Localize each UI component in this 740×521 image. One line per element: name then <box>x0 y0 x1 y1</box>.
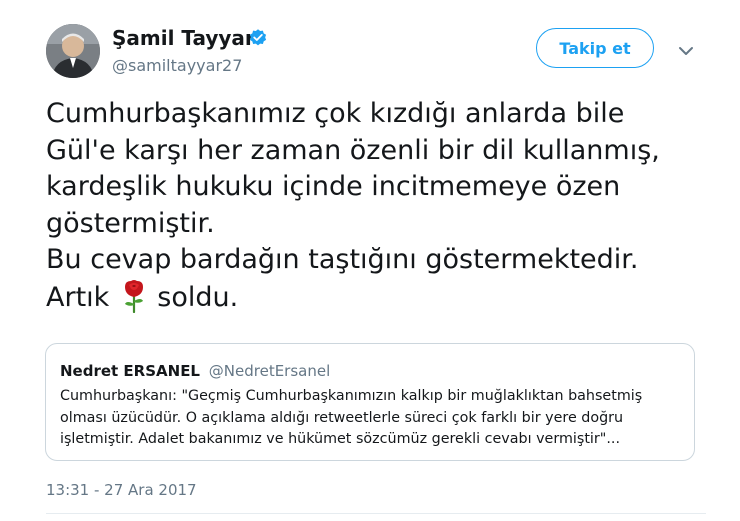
tweet-line-suffix: soldu. <box>157 281 239 313</box>
quoted-tweet[interactable]: Nedret ERSANEL @NedretErsanel Cumhurbaşk… <box>45 343 695 461</box>
tweet-line-prefix: Artık <box>46 281 110 313</box>
avatar[interactable] <box>46 24 100 78</box>
follow-button[interactable]: Takip et <box>536 28 654 68</box>
quote-line: Cumhurbaşkanı: "Geçmiş Cumhurbaşkanımızı… <box>60 388 643 404</box>
quote-text: Cumhurbaşkanı: "Geçmiş Cumhurbaşkanımızı… <box>60 386 680 451</box>
quote-author-handle: @NedretErsanel <box>208 362 331 380</box>
tweet-timestamp[interactable]: 13:31 - 27 Ara 2017 <box>46 481 197 499</box>
tweet-line-last: Artık soldu. <box>46 279 726 316</box>
tweet-line: Bu cevap bardağın taştığını göstermekted… <box>46 244 639 275</box>
divider <box>46 513 706 514</box>
verified-badge-icon <box>248 28 268 48</box>
tweet-header: Şamil Tayyar @samiltayyar27 Takip et <box>46 20 706 80</box>
rose-icon <box>119 279 149 313</box>
tweet-card: Şamil Tayyar @samiltayyar27 Takip et Cum… <box>0 0 740 521</box>
quote-author-name: Nedret ERSANEL <box>60 362 200 380</box>
tweet-text: Cumhurbaşkanımız çok kızdığı anlarda bil… <box>46 96 726 315</box>
tweet-line: Cumhurbaşkanımız çok kızdığı anlarda bil… <box>46 98 625 129</box>
quote-header: Nedret ERSANEL @NedretErsanel <box>60 362 330 380</box>
quote-line: olması üzücüdür. O açıklama aldığı retwe… <box>60 409 624 426</box>
tweet-line: kardeşlik hukuku içinde incitmemeye özen <box>46 171 621 202</box>
username[interactable]: @samiltayyar27 <box>112 56 242 75</box>
quote-line: işletmiştir. Adalet bakanımız ve hükümet… <box>60 431 620 447</box>
tweet-line: Gül'e karşı her zaman özenli bir dil kul… <box>46 134 660 166</box>
tweet-line: göstermiştir. <box>46 207 215 239</box>
display-name[interactable]: Şamil Tayyar <box>112 26 255 50</box>
chevron-down-icon[interactable] <box>678 42 694 55</box>
